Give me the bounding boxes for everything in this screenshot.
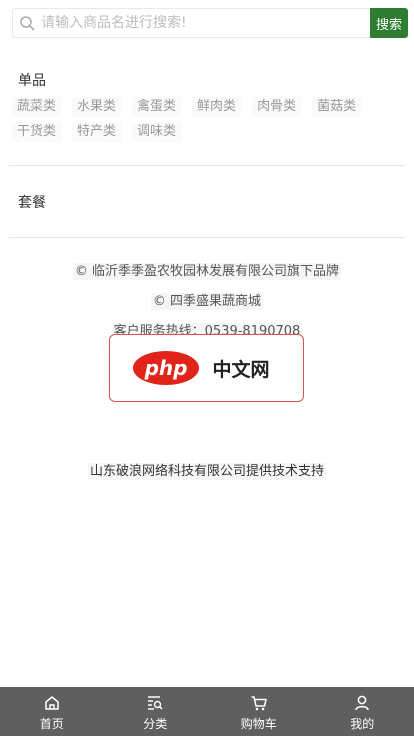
search-button[interactable]: 搜索 — [370, 8, 408, 38]
category-tag[interactable]: 水果类 — [72, 97, 122, 117]
tech-support: 山东破浪网络科技有限公司提供技术支持 — [0, 460, 414, 480]
tab-cart-label: 购物车 — [240, 717, 277, 731]
category-tag[interactable]: 肉骨类 — [252, 97, 302, 117]
divider — [9, 165, 405, 166]
logo-cn-text: 中文网 — [212, 358, 269, 381]
divider — [9, 237, 405, 238]
cart-icon — [251, 696, 267, 711]
user-icon — [355, 695, 369, 711]
brand-line-text: © 临沂季季盈农牧园林发展有限公司旗下品牌 — [72, 263, 342, 280]
mall-line-text: © 四季盛果蔬商城 — [150, 293, 264, 310]
search-icon — [20, 16, 35, 31]
mall-line: © 四季盛果蔬商城 — [0, 290, 414, 310]
tech-support-text: 山东破浪网络科技有限公司提供技术支持 — [87, 463, 326, 480]
home-icon — [45, 696, 59, 710]
category-tag[interactable]: 调味类 — [132, 122, 182, 142]
packages-title: 套餐 — [18, 195, 46, 211]
tab-home-label: 首页 — [39, 717, 64, 731]
category-tag[interactable]: 特产类 — [72, 122, 122, 142]
tab-category-label: 分类 — [143, 717, 168, 731]
search-input[interactable] — [41, 10, 341, 36]
category-tag[interactable]: 干货类 — [12, 122, 62, 142]
category-list: 蔬菜类 水果类 禽蛋类 鲜肉类 肉骨类 菌菇类 干货类 特产类 调味类 — [12, 97, 404, 147]
tab-mine-label: 我的 — [350, 717, 375, 731]
tab-category[interactable]: 分类 — [104, 687, 208, 736]
category-tag[interactable]: 菌菇类 — [312, 97, 362, 117]
php-logo-icon: php 中文网 — [132, 351, 269, 385]
logo-text: php — [143, 356, 187, 380]
singles-title: 单品 — [18, 73, 46, 89]
brand-line: © 临沂季季盈农牧园林发展有限公司旗下品牌 — [0, 260, 414, 280]
tab-home[interactable]: 首页 — [0, 687, 104, 736]
bottom-tabbar: 首页 分类 购物车 我的 — [0, 687, 414, 736]
search-box[interactable] — [12, 8, 370, 38]
search-bar: 搜索 — [12, 8, 408, 38]
tab-mine[interactable]: 我的 — [311, 687, 414, 736]
category-tag[interactable]: 蔬菜类 — [12, 97, 62, 117]
category-search-icon — [148, 696, 163, 710]
tab-cart[interactable]: 购物车 — [207, 687, 311, 736]
php-logo[interactable]: php 中文网 — [109, 334, 304, 402]
category-tag[interactable]: 禽蛋类 — [132, 97, 182, 117]
category-tag[interactable]: 鲜肉类 — [192, 97, 242, 117]
